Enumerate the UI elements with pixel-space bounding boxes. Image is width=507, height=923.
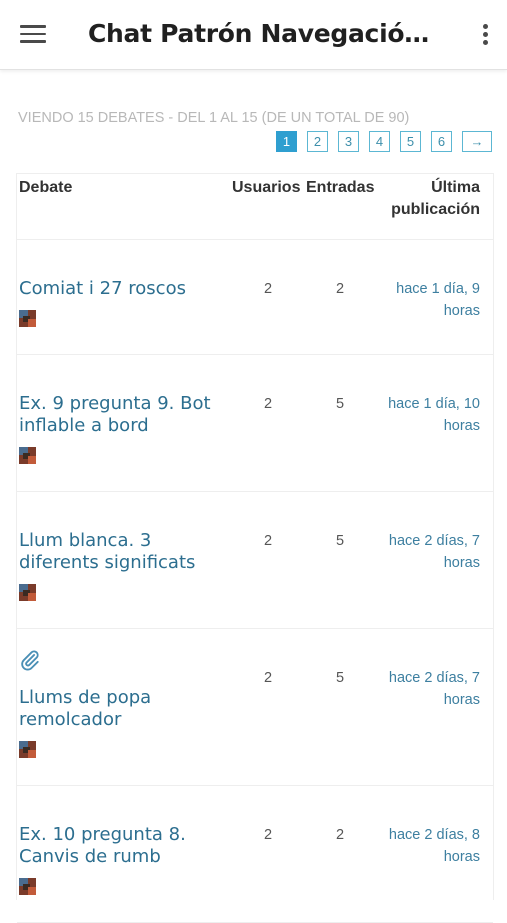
discussion-table: Debate Usuarios Entradas Última publicac… xyxy=(16,173,494,923)
page-button-2[interactable]: 2 xyxy=(307,131,328,152)
page-button-4[interactable]: 4 xyxy=(369,131,390,152)
last-post-line2: horas xyxy=(443,555,480,571)
more-vert-icon[interactable] xyxy=(478,24,492,48)
header-debate: Debate xyxy=(19,179,73,196)
table-row: Comiat i 27 roscos 2 2 hace 1 día, 9 hor… xyxy=(17,240,493,355)
avatar[interactable] xyxy=(19,447,36,464)
header-last-post-line1: Última xyxy=(431,179,480,196)
posts-count: 2 xyxy=(335,281,345,297)
next-page-button[interactable]: → xyxy=(462,131,492,152)
table-row: Llums de popa remolcador 2 5 hace 2 días… xyxy=(17,629,493,786)
table-row: Llum blanca. 3 diferents significats 2 5… xyxy=(17,492,493,629)
last-post-link[interactable]: hace 2 días, 8 horas xyxy=(350,824,480,868)
discussion-count-text: VIENDO 15 DEBATES - DEL 1 AL 15 (DE UN T… xyxy=(18,110,410,126)
last-post-line1: hace 2 días, 7 xyxy=(388,670,480,686)
app-bar: Chat Patrón Navegación... xyxy=(0,0,507,70)
last-post-link[interactable]: hace 1 día, 9 horas xyxy=(350,278,480,322)
topic-link[interactable]: Ex. 9 pregunta 9. Bot inflable a bord xyxy=(19,393,234,437)
avatar[interactable] xyxy=(19,584,36,601)
header-posts: Entradas xyxy=(306,179,375,196)
last-post-link[interactable]: hace 1 día, 10 horas xyxy=(350,393,480,437)
last-post-line1: hace 2 días, 8 xyxy=(388,827,480,843)
avatar[interactable] xyxy=(19,878,36,895)
posts-count: 5 xyxy=(335,533,345,549)
posts-count: 5 xyxy=(335,396,345,412)
last-post-line1: hace 2 días, 7 xyxy=(388,533,480,549)
hamburger-menu-icon[interactable] xyxy=(20,25,46,45)
paperclip-icon xyxy=(21,650,39,671)
page-button-5[interactable]: 5 xyxy=(400,131,421,152)
pagination: 1 2 3 4 5 6 → xyxy=(276,131,492,153)
topic-link[interactable]: Comiat i 27 roscos xyxy=(19,278,234,300)
page-button-6[interactable]: 6 xyxy=(431,131,452,152)
header-last-post: Última publicación xyxy=(391,177,480,221)
users-count: 2 xyxy=(263,533,273,549)
topic-link[interactable]: Llum blanca. 3 diferents significats xyxy=(19,530,234,574)
users-count: 2 xyxy=(263,396,273,412)
table-row: Ex. 9 pregunta 9. Bot inflable a bord 2 … xyxy=(17,355,493,492)
last-post-line2: horas xyxy=(443,692,480,708)
users-count: 2 xyxy=(263,827,273,843)
avatar[interactable] xyxy=(19,310,36,327)
header-last-post-line2: publicación xyxy=(391,201,480,218)
table-row: Ex. 10 pregunta 8. Canvis de rumb 2 2 ha… xyxy=(17,786,493,923)
last-post-line1: hace 1 día, 10 xyxy=(388,396,480,412)
topic-link[interactable]: Ex. 10 pregunta 8. Canvis de rumb xyxy=(19,824,234,868)
last-post-line2: horas xyxy=(443,418,480,434)
page-button-3[interactable]: 3 xyxy=(338,131,359,152)
page-button-1[interactable]: 1 xyxy=(276,131,297,152)
users-count: 2 xyxy=(263,281,273,297)
last-post-link[interactable]: hace 2 días, 7 horas xyxy=(350,667,480,711)
posts-count: 5 xyxy=(335,670,345,686)
posts-count: 2 xyxy=(335,827,345,843)
last-post-line2: horas xyxy=(443,303,480,319)
last-post-link[interactable]: hace 2 días, 7 horas xyxy=(350,530,480,574)
topic-link[interactable]: Llums de popa remolcador xyxy=(19,687,234,731)
page-title: Chat Patrón Navegación... xyxy=(88,19,444,48)
table-header: Debate Usuarios Entradas Última publicac… xyxy=(17,174,493,240)
last-post-line1: hace 1 día, 9 xyxy=(396,281,480,297)
avatar[interactable] xyxy=(19,741,36,758)
users-count: 2 xyxy=(263,670,273,686)
header-users: Usuarios xyxy=(232,179,301,196)
last-post-line2: horas xyxy=(443,849,480,865)
